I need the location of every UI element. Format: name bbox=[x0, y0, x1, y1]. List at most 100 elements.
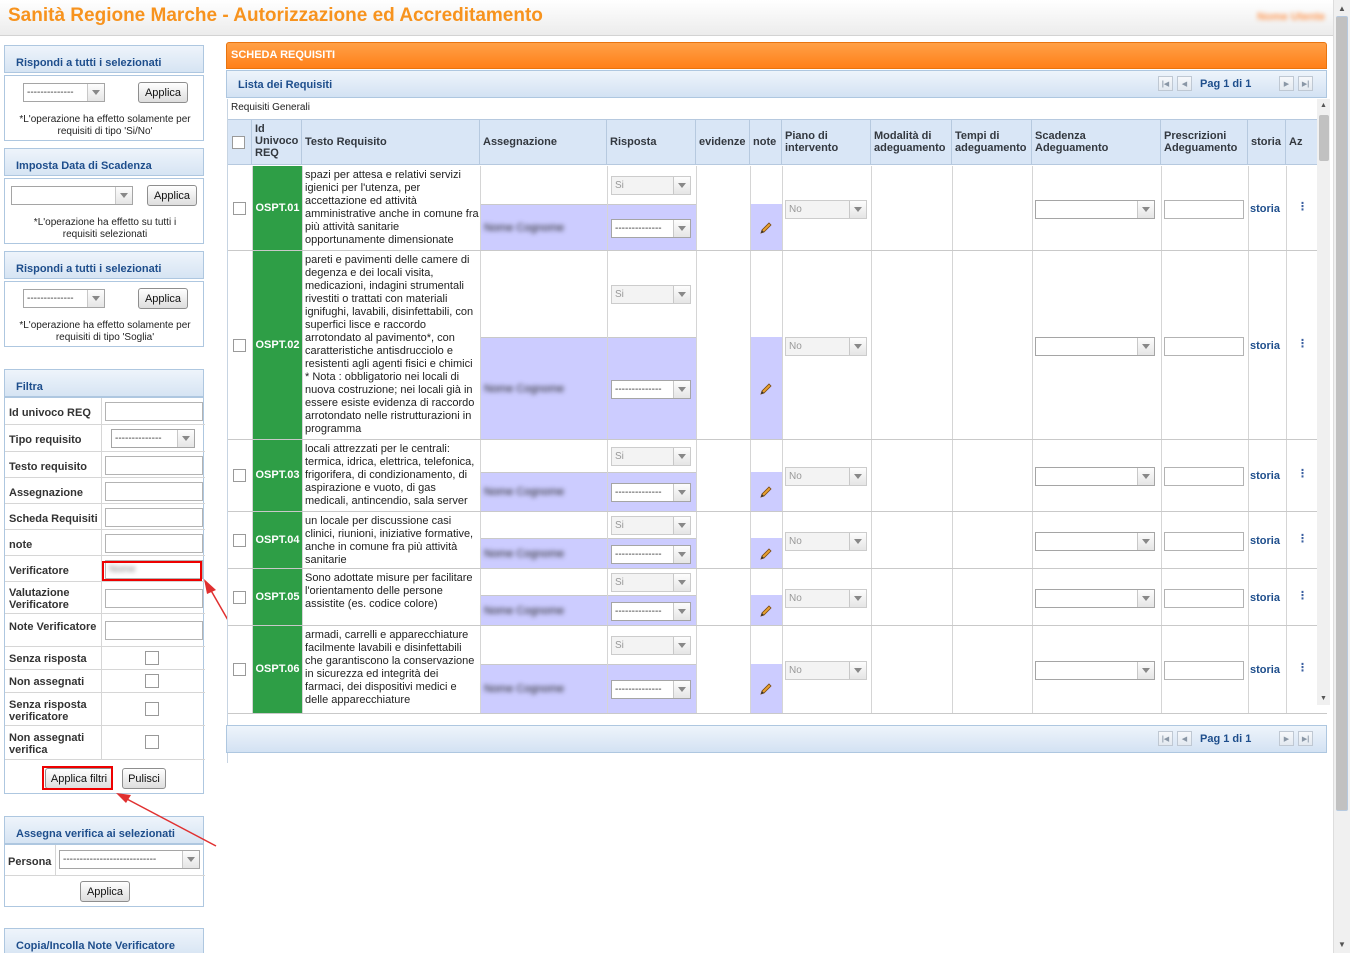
risposta-value-select[interactable]: -------------- bbox=[611, 483, 691, 502]
edit-note-icon[interactable] bbox=[759, 547, 773, 561]
column-divider bbox=[1286, 251, 1287, 440]
prescrizioni-input[interactable] bbox=[1164, 589, 1244, 608]
row-checkbox[interactable] bbox=[233, 534, 246, 547]
edit-note-icon[interactable] bbox=[759, 221, 773, 235]
list-title: Lista dei Requisiti bbox=[238, 79, 333, 91]
arrow-to-apply-filters bbox=[124, 797, 217, 847]
col-scadenza[interactable]: Scadenza Adeguamento bbox=[1032, 119, 1161, 165]
chevron-down-icon bbox=[849, 201, 866, 218]
chevron-down-icon bbox=[1137, 662, 1154, 679]
row-checkbox[interactable] bbox=[233, 202, 246, 215]
risposta-value: -------------- bbox=[615, 549, 662, 560]
assigned-person: Nome Cognome bbox=[484, 222, 565, 234]
col-testo[interactable]: Testo Requisito bbox=[302, 119, 480, 165]
risposta-si-value: Si bbox=[615, 577, 624, 588]
scadenza-date-select[interactable] bbox=[1035, 532, 1155, 551]
next-page-icon[interactable]: ▶ bbox=[1279, 731, 1294, 746]
column-divider bbox=[1032, 251, 1033, 440]
row-checkbox[interactable] bbox=[233, 663, 246, 676]
chevron-down-icon bbox=[673, 381, 690, 398]
column-divider bbox=[952, 251, 953, 440]
scadenza-date-select[interactable] bbox=[1035, 337, 1155, 356]
requirement-text: spazi per attesa e relativi servizi igie… bbox=[305, 169, 479, 246]
col-piano[interactable]: Piano di intervento bbox=[782, 119, 871, 165]
requirement-id: OSPT.05 bbox=[253, 569, 302, 625]
col-evidenze[interactable]: evidenze bbox=[696, 119, 750, 165]
scroll-down-icon[interactable]: ▼ bbox=[1320, 695, 1327, 702]
row-actions-icon[interactable]: ⋮ bbox=[1297, 467, 1308, 480]
prev-page-icon[interactable]: ◀ bbox=[1177, 731, 1192, 746]
column-divider bbox=[750, 626, 751, 714]
row-checkbox[interactable] bbox=[233, 591, 246, 604]
storia-link[interactable]: storia bbox=[1250, 470, 1280, 482]
row-actions-icon[interactable]: ⋮ bbox=[1297, 589, 1308, 602]
storia-link[interactable]: storia bbox=[1250, 592, 1280, 604]
risposta-value-select[interactable]: -------------- bbox=[611, 219, 691, 238]
first-page-icon[interactable]: |◀ bbox=[1158, 76, 1173, 91]
chevron-down-icon bbox=[673, 484, 690, 501]
assigned-person: Nome Cognome bbox=[484, 683, 565, 695]
scadenza-date-select[interactable] bbox=[1035, 200, 1155, 219]
col-modalita[interactable]: Modalità di adeguamento bbox=[871, 119, 952, 165]
edit-note-icon[interactable] bbox=[759, 382, 773, 396]
prescrizioni-input[interactable] bbox=[1164, 661, 1244, 680]
scroll-up-icon[interactable]: ▲ bbox=[1320, 102, 1327, 109]
column-divider bbox=[1161, 166, 1162, 251]
scadenza-date-select[interactable] bbox=[1035, 589, 1155, 608]
risposta-value-select[interactable]: -------------- bbox=[611, 602, 691, 621]
row-actions-icon[interactable]: ⋮ bbox=[1297, 661, 1308, 674]
col-risposta[interactable]: Risposta bbox=[607, 119, 696, 165]
risposta-value-select[interactable]: -------------- bbox=[611, 680, 691, 699]
page-indicator: Pag 1 di 1 bbox=[1200, 733, 1252, 745]
next-page-icon[interactable]: ▶ bbox=[1279, 76, 1294, 91]
risposta-value-select[interactable]: -------------- bbox=[611, 545, 691, 564]
assigned-person: Nome Cognome bbox=[484, 486, 565, 498]
prescrizioni-input[interactable] bbox=[1164, 337, 1244, 356]
select-all-checkbox[interactable] bbox=[232, 136, 245, 149]
storia-link[interactable]: storia bbox=[1250, 203, 1280, 215]
prescrizioni-input[interactable] bbox=[1164, 532, 1244, 551]
prescrizioni-input[interactable] bbox=[1164, 467, 1244, 486]
row-actions-icon[interactable]: ⋮ bbox=[1297, 200, 1308, 213]
row-actions-icon[interactable]: ⋮ bbox=[1297, 532, 1308, 545]
col-prescrizioni[interactable]: Prescrizioni Adeguamento bbox=[1161, 119, 1248, 165]
prescrizioni-input[interactable] bbox=[1164, 200, 1244, 219]
last-page-icon[interactable]: ▶| bbox=[1298, 76, 1313, 91]
scadenza-date-select[interactable] bbox=[1035, 661, 1155, 680]
risposta-value-select[interactable]: -------------- bbox=[611, 380, 691, 399]
column-divider bbox=[1248, 440, 1249, 512]
column-divider bbox=[952, 166, 953, 251]
chevron-down-icon bbox=[849, 590, 866, 607]
piano-intervento-select: No bbox=[785, 589, 867, 608]
col-assegnazione[interactable]: Assegnazione bbox=[480, 119, 607, 165]
col-storia[interactable]: storia bbox=[1248, 119, 1286, 165]
column-divider bbox=[782, 166, 783, 251]
scadenza-date-select[interactable] bbox=[1035, 467, 1155, 486]
last-page-icon[interactable]: ▶| bbox=[1298, 731, 1313, 746]
storia-link[interactable]: storia bbox=[1250, 664, 1280, 676]
requirement-id: OSPT.04 bbox=[253, 512, 302, 568]
col-tempi[interactable]: Tempi di adeguamento bbox=[952, 119, 1032, 165]
prev-page-icon[interactable]: ◀ bbox=[1177, 76, 1192, 91]
edit-note-icon[interactable] bbox=[759, 682, 773, 696]
chevron-down-icon bbox=[1137, 201, 1154, 218]
requirement-id: OSPT.01 bbox=[253, 166, 302, 250]
edit-note-icon[interactable] bbox=[759, 604, 773, 618]
assigned-person: Nome Cognome bbox=[484, 605, 565, 617]
storia-link[interactable]: storia bbox=[1250, 340, 1280, 352]
column-divider bbox=[607, 251, 608, 440]
column-divider bbox=[607, 626, 608, 714]
first-page-icon[interactable]: |◀ bbox=[1158, 731, 1173, 746]
col-id[interactable]: Id Univoco REQ bbox=[252, 119, 302, 165]
row-checkbox[interactable] bbox=[233, 339, 246, 352]
risposta-si-select: Si bbox=[611, 573, 691, 592]
column-divider bbox=[1286, 166, 1287, 251]
col-note[interactable]: note bbox=[750, 119, 782, 165]
grid-vertical-scrollbar[interactable]: ▲ ▼ bbox=[1317, 99, 1330, 705]
grid-vscroll-thumb[interactable] bbox=[1319, 115, 1329, 161]
row-actions-icon[interactable]: ⋮ bbox=[1297, 337, 1308, 350]
chevron-down-icon bbox=[673, 286, 690, 303]
storia-link[interactable]: storia bbox=[1250, 535, 1280, 547]
row-checkbox[interactable] bbox=[233, 469, 246, 482]
edit-note-icon[interactable] bbox=[759, 485, 773, 499]
